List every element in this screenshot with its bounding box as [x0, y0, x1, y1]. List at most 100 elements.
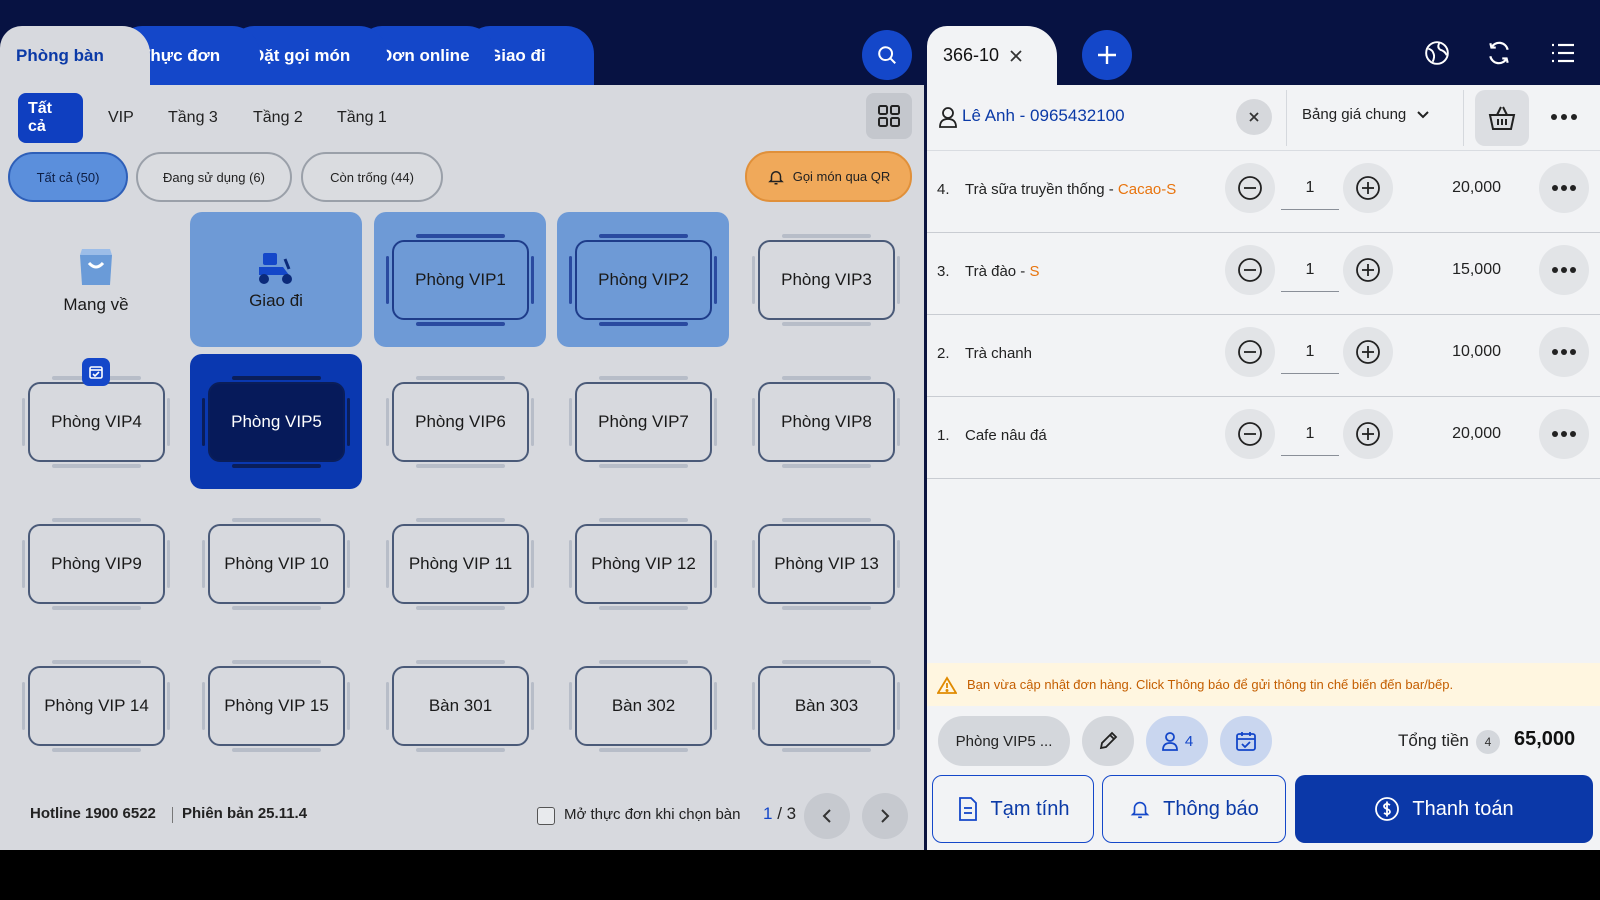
table-tile[interactable]: Bàn 302 — [557, 638, 729, 773]
decrease-qty-button[interactable] — [1225, 327, 1275, 377]
more-options-icon[interactable] — [1550, 106, 1578, 133]
basket-button[interactable] — [1475, 90, 1529, 146]
open-menu-checkbox[interactable] — [537, 807, 555, 825]
item-name: Trà chanh — [965, 345, 1032, 362]
prev-page-button[interactable] — [804, 793, 850, 839]
table-tile[interactable]: Phòng VIP3 — [740, 212, 912, 347]
floor-tab-tang-1[interactable]: Tầng 1 — [337, 93, 387, 143]
floor-tab-all[interactable]: Tất cả — [18, 93, 83, 143]
table-tile[interactable]: Phòng VIP 15 — [190, 638, 362, 773]
plus-circle-icon — [1356, 258, 1380, 282]
header-separator — [1463, 90, 1464, 146]
user-icon — [1161, 732, 1178, 751]
order-tab-label: 366-10 — [943, 45, 1000, 65]
price-list-select[interactable]: Bảng giá chung — [1302, 106, 1430, 123]
refresh-icon[interactable] — [1484, 38, 1514, 68]
item-more-button[interactable] — [1539, 163, 1589, 213]
tab-label: Đặt gọi món — [252, 45, 351, 65]
floor-tab-tang-3[interactable]: Tầng 3 — [168, 93, 218, 143]
item-qty[interactable]: 1 — [1281, 425, 1339, 443]
table-tile[interactable]: Phòng VIP6 — [374, 354, 546, 489]
increase-qty-button[interactable] — [1343, 327, 1393, 377]
item-name: Trà đào - S — [965, 263, 1039, 280]
table-tile[interactable]: Bàn 303 — [740, 638, 912, 773]
table-label: Phòng VIP 11 — [392, 518, 529, 610]
page-total: 3 — [786, 804, 797, 823]
page-separator: / — [777, 804, 782, 823]
decrease-qty-button[interactable] — [1225, 163, 1275, 213]
guest-count-button[interactable]: 4 — [1146, 716, 1208, 766]
item-more-button[interactable] — [1539, 327, 1589, 377]
plus-circle-icon — [1356, 340, 1380, 364]
print-bill-button[interactable]: Tạm tính — [932, 775, 1094, 843]
item-name: Cafe nâu đá — [965, 427, 1047, 444]
reservation-button[interactable] — [1220, 716, 1272, 766]
table-tile[interactable]: Phòng VIP 10 — [190, 496, 362, 631]
add-order-button[interactable] — [1082, 30, 1132, 80]
floor-tab-tang-2[interactable]: Tầng 2 — [253, 93, 303, 143]
minus-circle-icon — [1238, 422, 1262, 446]
menu-list-icon[interactable] — [1548, 38, 1578, 68]
order-item[interactable]: 2. Trà chanh 1 10,000 — [927, 315, 1600, 397]
calendar-check-icon — [1236, 732, 1256, 751]
table-tile[interactable]: Phòng VIP2 — [557, 212, 729, 347]
table-tile[interactable]: Phòng VIP 13 — [740, 496, 912, 631]
tab-phong-ban[interactable]: Phòng bàn — [0, 26, 150, 85]
table-tile[interactable]: Phòng VIP8 — [740, 354, 912, 489]
order-item[interactable]: 4. Trà sữa truyền thống - Cacao-S 1 20,0… — [927, 151, 1600, 233]
table-tile[interactable]: Phòng VIP5 — [190, 354, 362, 489]
chevron-down-icon — [1417, 110, 1429, 118]
customer-name[interactable]: Lê Anh - 0965432100 — [962, 106, 1125, 126]
order-item[interactable]: 3. Trà đào - S 1 15,000 — [927, 233, 1600, 315]
table-tile[interactable]: Phòng VIP 11 — [374, 496, 546, 631]
decrease-qty-button[interactable] — [1225, 245, 1275, 295]
table-tile[interactable]: Phòng VIP9 — [10, 496, 182, 631]
pencil-icon — [1099, 731, 1118, 750]
table-tile[interactable]: Phòng VIP 14 — [10, 638, 182, 773]
selected-table-pill[interactable]: Phòng VIP5 ... — [938, 716, 1070, 766]
table-tile[interactable]: Phòng VIP4 — [10, 354, 182, 489]
edit-button[interactable] — [1082, 716, 1134, 766]
filter-all[interactable]: Tất cả (50) — [8, 152, 128, 202]
qr-order-button[interactable]: Gọi món qua QR — [745, 151, 912, 202]
close-icon[interactable] — [1009, 49, 1023, 63]
checkout-label: Thanh toán — [1412, 797, 1514, 820]
update-warning: Bạn vừa cập nhật đơn hàng. Click Thông b… — [927, 663, 1600, 706]
filter-in-use[interactable]: Đang sử dụng (6) — [136, 152, 292, 202]
search-button[interactable] — [862, 30, 912, 80]
notify-kitchen-label: Thông báo — [1163, 797, 1259, 820]
table-tile[interactable]: Phòng VIP1 — [374, 212, 546, 347]
table-label: Phòng VIP5 — [208, 376, 345, 468]
increase-qty-button[interactable] — [1343, 163, 1393, 213]
notify-kitchen-button[interactable]: Thông báo — [1102, 775, 1286, 843]
item-more-button[interactable] — [1539, 409, 1589, 459]
item-qty[interactable]: 1 — [1281, 261, 1339, 279]
item-qty[interactable]: 1 — [1281, 179, 1339, 197]
next-page-button[interactable] — [862, 793, 908, 839]
dollar-circle-icon — [1375, 797, 1400, 821]
search-icon — [878, 46, 896, 64]
table-tile[interactable]: Phòng VIP 12 — [557, 496, 729, 631]
item-name-text: Trà sữa truyền thống - — [965, 181, 1118, 198]
floor-tab-vip[interactable]: VIP — [108, 93, 134, 143]
table-label: Bàn 301 — [392, 660, 529, 752]
delivery-tile[interactable]: Giao đi — [190, 212, 362, 347]
item-qty[interactable]: 1 — [1281, 343, 1339, 361]
order-item[interactable]: 1. Cafe nâu đá 1 20,000 — [927, 397, 1600, 479]
table-tile[interactable]: Bàn 301 — [374, 638, 546, 773]
more-icon — [1552, 185, 1576, 191]
increase-qty-button[interactable] — [1343, 245, 1393, 295]
takeaway-tile[interactable]: Mang về — [10, 212, 182, 347]
total-value: 65,000 — [1514, 728, 1576, 750]
item-more-button[interactable] — [1539, 245, 1589, 295]
globe-icon[interactable] — [1422, 38, 1452, 68]
order-tab[interactable]: 366-10 — [927, 26, 1057, 85]
decrease-qty-button[interactable] — [1225, 409, 1275, 459]
increase-qty-button[interactable] — [1343, 409, 1393, 459]
grid-view-button[interactable] — [866, 93, 912, 139]
item-variant: S — [1029, 263, 1040, 280]
table-tile[interactable]: Phòng VIP7 — [557, 354, 729, 489]
filter-available[interactable]: Còn trống (44) — [301, 152, 443, 202]
checkout-button[interactable]: Thanh toán — [1295, 775, 1593, 843]
clear-customer-button[interactable] — [1236, 99, 1272, 135]
